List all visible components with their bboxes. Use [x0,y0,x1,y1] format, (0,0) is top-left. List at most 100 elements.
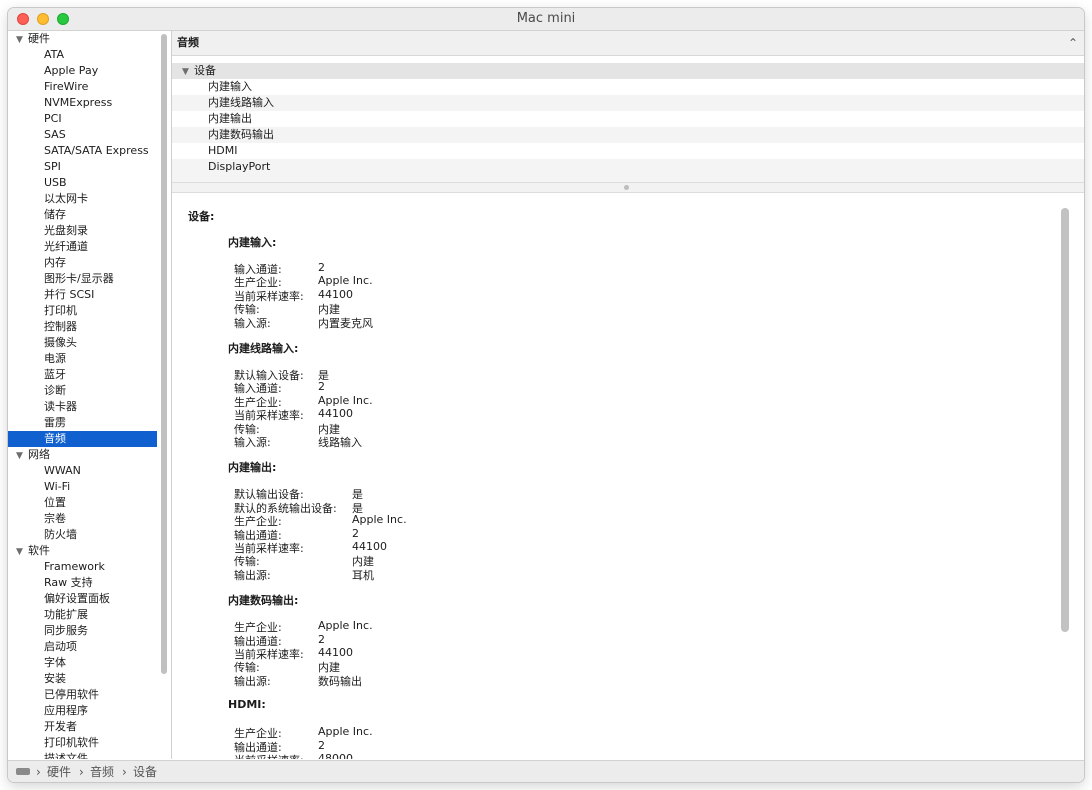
chevron-up-icon[interactable]: ⌃ [1068,31,1078,55]
device-list-item[interactable]: 内建数码输出 [172,127,1084,143]
sidebar-item[interactable]: 位置 [8,495,157,511]
sidebar-item[interactable]: USB [8,175,157,191]
sidebar-item[interactable]: 已停用软件 [8,687,157,703]
device-list-item[interactable]: 内建线路输入 [172,95,1084,111]
sidebar-item[interactable]: 打印机软件 [8,735,157,751]
sidebar-item[interactable]: WWAN [8,463,157,479]
sidebar-item-label: 读卡器 [44,400,77,413]
title-bar: Mac mini [8,8,1084,31]
device-list-item-label: 内建数码输出 [208,128,274,141]
sidebar-item[interactable]: 字体 [8,655,157,671]
sidebar: ▼ 硬件 ATA Apple Pay FireWire NVMExpress PCI SAS S… [8,31,168,759]
detail-value: 44100 [318,287,353,301]
disclosure-triangle-icon[interactable]: ▼ [16,448,28,464]
detail-value: Apple Inc. [318,274,373,288]
sidebar-item[interactable]: 应用程序 [8,703,157,719]
detail-value: 2 [352,526,359,540]
device-group-row[interactable]: ▼ 设备 [172,63,1084,79]
sidebar-item[interactable]: 图形卡/显示器 [8,271,157,287]
device-list-item[interactable]: DisplayPort [172,159,1084,175]
sidebar-item-label: ATA [44,48,65,61]
detail-value: 内置麦克风 [318,316,373,330]
sidebar-item-label: 应用程序 [44,704,88,717]
breadcrumb-item[interactable]: 设备 [133,761,157,782]
sidebar-item[interactable]: 读卡器 [8,399,157,415]
sidebar-item[interactable]: SPI [8,159,157,175]
sidebar-item-label: FireWire [44,80,89,93]
breadcrumb-item[interactable]: 音频 [90,761,114,782]
sidebar-category-label: 软件 [28,544,50,557]
breadcrumb-separator-icon: › [36,765,41,779]
sidebar-item-label: 并行 SCSI [44,288,95,301]
sidebar-item[interactable]: 防火墙 [8,527,157,543]
sidebar-item-label: 开发者 [44,720,77,733]
sidebar-item-label: Wi-Fi [44,480,71,493]
sidebar-item[interactable]: Raw 支持 [8,575,157,591]
sidebar-item[interactable]: Framework [8,559,157,575]
detail-value: 44100 [318,407,353,421]
sidebar-item-label: 诊断 [44,384,66,397]
sidebar-item-label: 位置 [44,496,66,509]
sidebar-item[interactable]: SAS [8,127,157,143]
sidebar-item[interactable]: 安装 [8,671,157,687]
sidebar-item[interactable]: SATA/SATA Express [8,143,157,159]
sidebar-item[interactable]: NVMExpress [8,95,157,111]
detail-scrollbar[interactable] [1061,208,1069,632]
sidebar-item[interactable]: 雷雳 [8,415,157,431]
sidebar-item-label: 摄像头 [44,336,77,349]
device-list-item-label: DisplayPort [208,160,271,173]
sidebar-item-label: 同步服务 [44,624,88,637]
sidebar-item[interactable]: 电源 [8,351,157,367]
device-list-item-label: 内建输出 [208,112,252,125]
sidebar-item[interactable]: 开发者 [8,719,157,735]
sidebar-scrollbar[interactable] [161,34,167,674]
window-title: Mac mini [516,11,576,26]
sidebar-item[interactable]: 偏好设置面板 [8,591,157,607]
sidebar-category[interactable]: ▼ 软件 [8,543,165,559]
detail-key: 输出源: [234,568,271,582]
sidebar-item[interactable]: Apple Pay [8,63,157,79]
sidebar-item[interactable]: 储存 [8,207,157,223]
sidebar-item[interactable]: 宗卷 [8,511,157,527]
sidebar-item-label: 图形卡/显示器 [44,272,114,285]
sidebar-item-label: 雷雳 [44,416,66,429]
sidebar-item[interactable]: 以太网卡 [8,191,157,207]
breadcrumb-item[interactable]: 硬件 [47,761,71,782]
sidebar-item-label: WWAN [44,464,81,477]
sidebar-item[interactable]: 控制器 [8,319,157,335]
sidebar-item[interactable]: 光盘刻录 [8,223,157,239]
disclosure-triangle-icon[interactable]: ▼ [16,544,28,560]
sidebar-item[interactable]: PCI [8,111,157,127]
sidebar-item[interactable]: ATA [8,47,157,63]
sidebar-item[interactable]: 打印机 [8,303,157,319]
sidebar-item[interactable]: 诊断 [8,383,157,399]
sidebar-item[interactable]: 摄像头 [8,335,157,351]
sidebar-item[interactable]: 功能扩展 [8,607,157,623]
sidebar-item[interactable]: 描述文件 [8,751,157,759]
device-list-item[interactable]: HDMI [172,143,1084,159]
detail-value: 2 [318,380,325,394]
sidebar-category[interactable]: ▼ 硬件 [8,31,165,47]
detail-section-title: 内建线路输入: [228,342,299,355]
sidebar-item[interactable]: 内存 [8,255,157,271]
sidebar-category[interactable]: ▼ 网络 [8,447,165,463]
sidebar-item[interactable]: 光纤通道 [8,239,157,255]
device-list-item[interactable]: 内建输入 [172,79,1084,95]
sidebar-item-label: PCI [44,112,62,125]
sidebar-item[interactable]: 并行 SCSI [8,287,157,303]
sidebar-item[interactable]: FireWire [8,79,157,95]
device-list-item[interactable]: 内建输出 [172,111,1084,127]
sidebar-item[interactable]: 启动项 [8,639,157,655]
sidebar-item-label: 启动项 [44,640,77,653]
list-header[interactable]: 音频 ⌃ [172,31,1084,56]
detail-section-title: HDMI: [228,698,266,712]
sidebar-item[interactable]: 同步服务 [8,623,157,639]
disclosure-triangle-icon[interactable]: ▼ [16,32,28,48]
sidebar-item-label: SATA/SATA Express [44,144,149,157]
sidebar-item[interactable]: 蓝牙 [8,367,157,383]
detail-section-title: 内建输入: [228,236,277,249]
sidebar-item[interactable]: 音频 [8,431,157,447]
sidebar-item-label: Apple Pay [44,64,99,77]
sidebar-item[interactable]: Wi-Fi [8,479,157,495]
disclosure-triangle-icon[interactable]: ▼ [182,64,194,80]
